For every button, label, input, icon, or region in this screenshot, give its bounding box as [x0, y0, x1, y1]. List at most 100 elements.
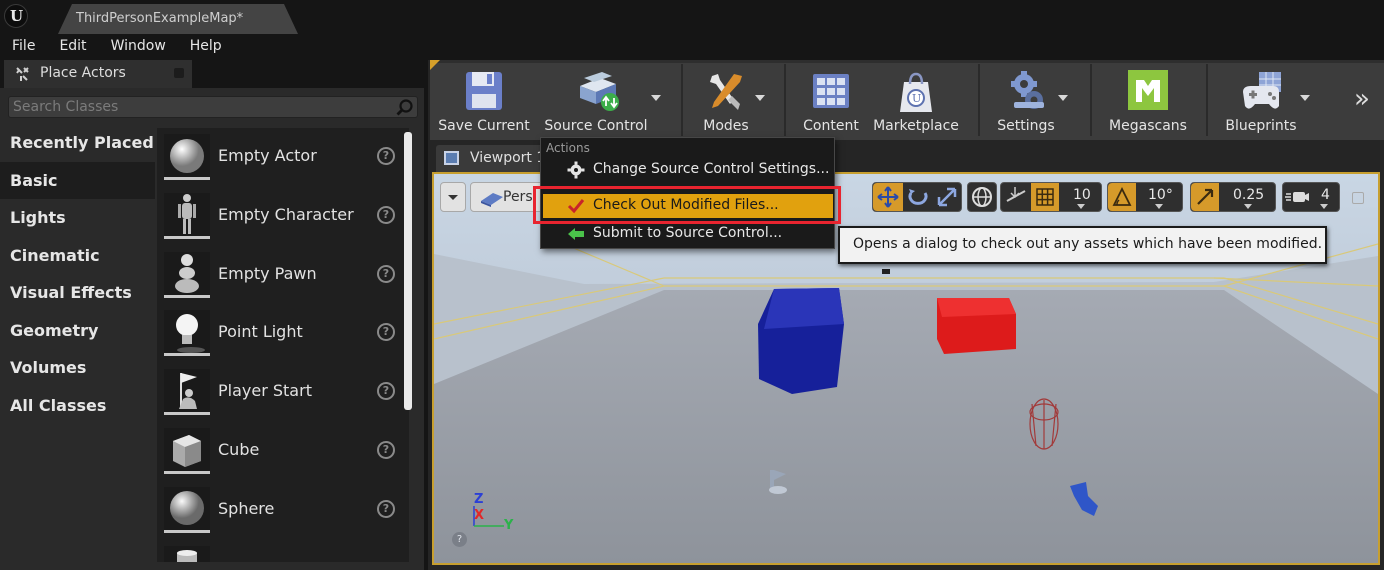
menu-help[interactable]: Help: [178, 34, 234, 60]
axis-y-label: Y: [504, 518, 514, 533]
settings-button[interactable]: Settings: [988, 66, 1064, 136]
modes-dropdown-icon[interactable]: [755, 95, 765, 101]
blueprints-gamepad-icon: [1239, 70, 1283, 112]
grid-snap-toggle[interactable]: [1031, 183, 1059, 211]
tab-third-person-example-map[interactable]: ThirdPersonExampleMap*: [58, 4, 298, 34]
blueprints-button[interactable]: Blueprints: [1216, 66, 1306, 136]
perspective-view-button[interactable]: Pers: [470, 182, 544, 212]
submit-arrow-icon: [567, 225, 585, 243]
help-icon[interactable]: ?: [377, 440, 395, 459]
marketplace-button[interactable]: U Marketplace: [870, 66, 962, 136]
source-control-button[interactable]: Source Control: [538, 66, 654, 136]
blueprints-label: Blueprints: [1225, 118, 1297, 134]
help-icon[interactable]: ?: [377, 264, 395, 283]
camera-speed-button[interactable]: 4: [1282, 182, 1340, 212]
category-geometry[interactable]: Geometry: [0, 312, 155, 350]
actor-name: Empty Actor: [218, 146, 317, 165]
source-control-dropdown-icon[interactable]: [651, 95, 661, 101]
settings-dropdown-icon[interactable]: [1058, 95, 1068, 101]
camera-speed-dropdown-icon[interactable]: [1320, 204, 1328, 209]
search-icon[interactable]: [395, 98, 415, 118]
rotation-snap-dropdown-icon[interactable]: [1155, 204, 1163, 209]
menu-window[interactable]: Window: [99, 34, 178, 60]
category-all-classes[interactable]: All Classes: [0, 387, 155, 425]
list-item-empty-actor[interactable]: Empty Actor ?: [157, 128, 409, 187]
cube-thumbnail: [164, 427, 210, 474]
scale-snap-icon: [1197, 188, 1214, 205]
surface-snap-icon: [1006, 187, 1026, 202]
category-visual-effects[interactable]: Visual Effects: [0, 274, 155, 312]
point-light-thumbnail: [164, 310, 210, 357]
content-button[interactable]: Content: [798, 66, 864, 136]
angle-icon: [1112, 186, 1132, 206]
help-icon[interactable]: ?: [377, 205, 395, 224]
actor-list-scrollbar[interactable]: [404, 132, 412, 410]
scale-snap-value[interactable]: 0.25: [1233, 187, 1264, 203]
viewport-help-icon[interactable]: ?: [452, 532, 467, 547]
list-item-player-start[interactable]: Player Start ?: [157, 363, 409, 422]
globe-icon: [972, 187, 992, 207]
list-item-partial[interactable]: [157, 540, 409, 562]
help-icon[interactable]: ?: [377, 499, 395, 518]
menu-edit[interactable]: Edit: [47, 34, 98, 60]
source-control-label: Source Control: [544, 118, 648, 134]
category-lights[interactable]: Lights: [0, 199, 155, 237]
viewport-options-button[interactable]: [440, 182, 466, 212]
help-icon[interactable]: ?: [377, 323, 395, 342]
save-disk-icon: [462, 70, 506, 112]
player-start-thumbnail: [164, 369, 210, 416]
menu-file[interactable]: File: [0, 34, 47, 60]
translate-tool-button[interactable]: [873, 183, 903, 211]
megascans-logo-icon: [1126, 70, 1170, 112]
list-item-point-light[interactable]: Point Light ?: [157, 304, 409, 363]
category-volumes[interactable]: Volumes: [0, 349, 155, 387]
rotation-snap-toggle[interactable]: [1108, 183, 1136, 211]
search-classes-field[interactable]: [8, 96, 418, 118]
menu-item-submit-to-source-control[interactable]: Submit to Source Control...: [543, 222, 833, 246]
scale-icon: [937, 187, 957, 207]
scale-snap-dropdown-icon[interactable]: [1244, 204, 1252, 209]
save-current-button[interactable]: Save Current: [436, 66, 532, 136]
rotation-snap-value[interactable]: 10°: [1148, 187, 1173, 203]
toolbar-overflow-icon[interactable]: »: [1354, 84, 1370, 114]
rotate-tool-button[interactable]: [903, 183, 933, 211]
category-recently-placed[interactable]: Recently Placed: [0, 124, 155, 162]
grid-icon: [1036, 188, 1054, 206]
list-item-cube[interactable]: Cube ?: [157, 422, 409, 481]
scale-snap-toggle[interactable]: [1191, 183, 1219, 211]
axis-x-label: X: [474, 508, 485, 523]
scale-tool-button[interactable]: [933, 183, 961, 211]
unreal-logo-icon[interactable]: U: [4, 4, 28, 28]
category-cinematic[interactable]: Cinematic: [0, 237, 155, 275]
megascans-button[interactable]: Megascans: [1098, 66, 1198, 136]
tab-viewport-1[interactable]: Viewport 1: [436, 145, 546, 172]
doc-tab-label: ThirdPersonExampleMap*: [76, 11, 244, 26]
grid-snap-value[interactable]: 10: [1073, 187, 1091, 203]
source-control-menu: Actions Change Source Control Settings..…: [540, 137, 835, 249]
modes-button[interactable]: Modes: [690, 66, 762, 136]
settings-label: Settings: [997, 118, 1055, 134]
place-actors-panel: Recently Placed Basic Lights Cinematic V…: [0, 88, 424, 570]
help-icon[interactable]: ?: [377, 382, 395, 401]
list-item-empty-pawn[interactable]: Empty Pawn ?: [157, 246, 409, 305]
help-icon[interactable]: ?: [377, 147, 395, 165]
marketplace-bag-icon: U: [894, 70, 938, 112]
list-item-empty-character[interactable]: Empty Character ?: [157, 187, 409, 246]
maximize-viewport-icon[interactable]: [1352, 192, 1364, 204]
world-space-button[interactable]: [967, 182, 997, 212]
menu-item-label: Change Source Control Settings...: [593, 161, 830, 177]
modes-label: Modes: [703, 118, 749, 134]
search-classes-input[interactable]: [13, 98, 393, 116]
surface-snap-button[interactable]: [1001, 183, 1031, 211]
menu-section-heading: Actions: [546, 141, 590, 155]
actor-name: Cube: [218, 439, 260, 459]
grid-snap-dropdown-icon[interactable]: [1077, 204, 1085, 209]
sphere-thumbnail: [164, 486, 210, 533]
close-tab-icon[interactable]: [174, 68, 184, 78]
menu-item-check-out-modified-files[interactable]: Check Out Modified Files...: [543, 194, 833, 218]
menu-item-change-settings[interactable]: Change Source Control Settings...: [543, 158, 833, 182]
blueprints-dropdown-icon[interactable]: [1300, 95, 1310, 101]
place-actors-tab[interactable]: Place Actors: [4, 60, 192, 88]
category-basic[interactable]: Basic: [0, 161, 155, 199]
list-item-sphere[interactable]: Sphere ?: [157, 481, 409, 540]
